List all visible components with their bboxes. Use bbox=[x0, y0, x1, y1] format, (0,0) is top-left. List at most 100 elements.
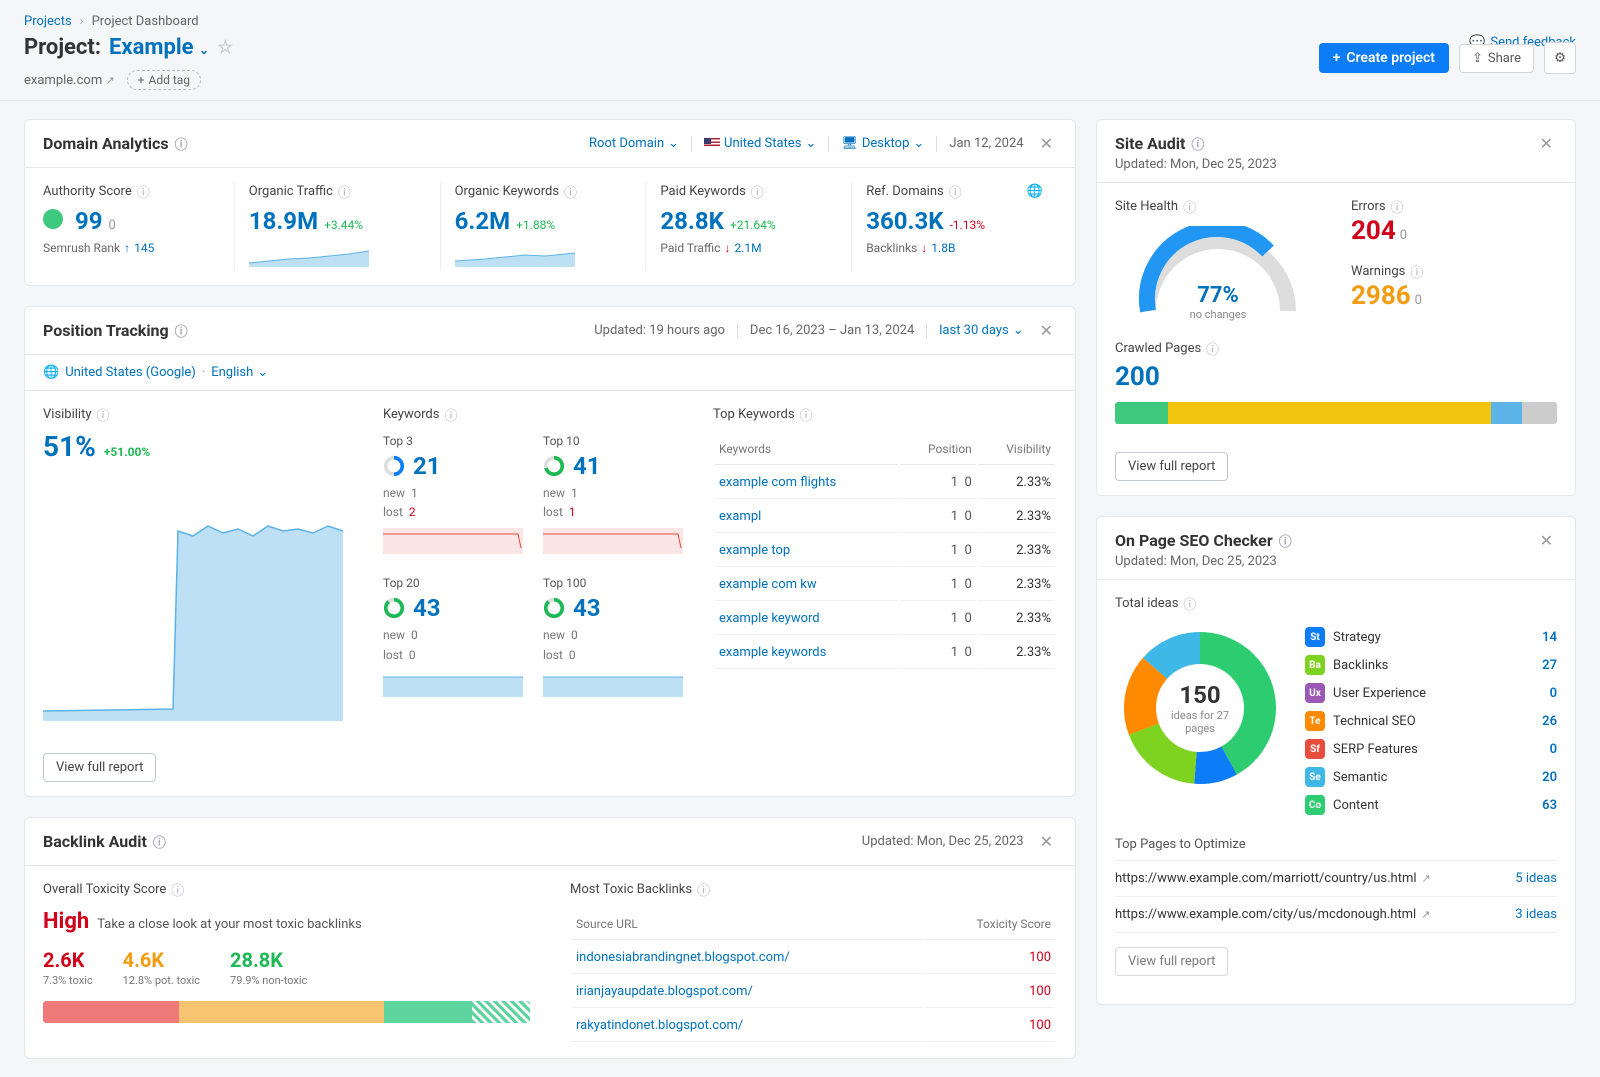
info-icon[interactable]: ⓘ bbox=[97, 405, 110, 424]
plus-icon: + bbox=[138, 73, 145, 87]
updated-label: Updated: Mon, Dec 25, 2023 bbox=[1097, 157, 1575, 183]
keyword-link[interactable]: example top bbox=[719, 543, 790, 558]
info-icon[interactable]: ⓘ bbox=[1391, 197, 1404, 216]
backlink-url[interactable]: indonesiabrandingnet.blogspot.com/ bbox=[576, 950, 790, 965]
info-icon[interactable]: ⓘ bbox=[1191, 134, 1204, 153]
idea-row[interactable]: StStrategy14 bbox=[1305, 623, 1557, 651]
page-url[interactable]: https://www.example.com/marriott/country… bbox=[1115, 871, 1431, 886]
visibility-label: Visibility bbox=[43, 407, 92, 422]
create-project-button[interactable]: +Create project bbox=[1319, 43, 1449, 73]
info-icon[interactable]: ⓘ bbox=[800, 405, 813, 424]
updated-label: Updated: Mon, Dec 25, 2023 bbox=[1097, 554, 1575, 580]
info-icon[interactable]: ⓘ bbox=[1183, 594, 1196, 613]
kw-top3: Top 3 21 new 1lost 2 bbox=[383, 434, 523, 558]
idea-row[interactable]: SeSemantic20 bbox=[1305, 763, 1557, 791]
external-link-icon: ↗ bbox=[105, 74, 114, 87]
page-row: https://www.example.com/marriott/country… bbox=[1115, 861, 1557, 897]
external-link-icon: ↗ bbox=[1422, 872, 1431, 885]
health-gauge: 77%no changes bbox=[1133, 226, 1303, 321]
info-icon[interactable]: ⓘ bbox=[153, 832, 166, 851]
info-icon[interactable]: ⓘ bbox=[175, 134, 188, 153]
keyword-link[interactable]: example keywords bbox=[719, 645, 826, 660]
project-domain[interactable]: example.com ↗ bbox=[24, 73, 115, 88]
external-link-icon: ↗ bbox=[1421, 908, 1430, 921]
globe-icon: 🌐 bbox=[43, 365, 59, 380]
crawled-label: Crawled Pages bbox=[1115, 341, 1201, 356]
info-icon[interactable]: ⓘ bbox=[751, 182, 764, 201]
info-icon[interactable]: ⓘ bbox=[1279, 531, 1292, 550]
view-full-report-button[interactable]: View full report bbox=[1115, 452, 1228, 481]
toxicity-high: High bbox=[43, 909, 89, 934]
share-button[interactable]: ⇪Share bbox=[1459, 44, 1534, 73]
kw-top10: Top 10 41 new 1lost 1 bbox=[543, 434, 683, 558]
close-icon[interactable]: ✕ bbox=[1536, 134, 1557, 153]
info-icon[interactable]: ⓘ bbox=[1410, 262, 1423, 281]
device-dropdown[interactable]: 🖥 Desktop ⌄ bbox=[841, 136, 924, 151]
ideas-link[interactable]: 5 ideas bbox=[1515, 871, 1557, 886]
top-keywords-table: KeywordsPositionVisibility example com f… bbox=[713, 432, 1057, 671]
info-icon[interactable]: ⓘ bbox=[338, 182, 351, 201]
table-row: irianjayaupdate.blogspot.com/100 bbox=[572, 976, 1055, 1008]
info-icon[interactable]: ⓘ bbox=[1206, 339, 1219, 358]
top-pages-label: Top Pages to Optimize bbox=[1115, 837, 1557, 861]
info-icon[interactable]: ⓘ bbox=[697, 880, 710, 899]
project-name-dropdown[interactable]: Example ⌄ bbox=[109, 35, 209, 60]
idea-row[interactable]: UxUser Experience0 bbox=[1305, 679, 1557, 707]
non-toxic-count: 28.8K bbox=[230, 948, 307, 972]
card-title: Site Audit bbox=[1115, 134, 1185, 153]
backlink-url[interactable]: irianjayaupdate.blogspot.com/ bbox=[576, 984, 753, 999]
card-title: Domain Analytics bbox=[43, 134, 169, 153]
keyword-link[interactable]: example com flights bbox=[719, 475, 836, 490]
idea-row[interactable]: SfSERP Features0 bbox=[1305, 735, 1557, 763]
total-ideas-label: Total ideas bbox=[1115, 596, 1178, 611]
close-icon[interactable]: ✕ bbox=[1036, 134, 1057, 153]
backlink-url[interactable]: rakyatindonet.blogspot.com/ bbox=[576, 1018, 743, 1033]
locale-link[interactable]: United States (Google) bbox=[65, 365, 196, 380]
metric-organic-traffic: Organic Trafficⓘ 18.9M+3.44% bbox=[235, 182, 441, 271]
info-icon[interactable]: ⓘ bbox=[1183, 197, 1196, 216]
share-icon: ⇪ bbox=[1472, 51, 1483, 66]
keyword-link[interactable]: exampl bbox=[719, 509, 761, 524]
table-row: rakyatindonet.blogspot.com/100 bbox=[572, 1010, 1055, 1042]
close-icon[interactable]: ✕ bbox=[1036, 321, 1057, 340]
breadcrumb-root[interactable]: Projects bbox=[24, 14, 72, 29]
info-icon[interactable]: ⓘ bbox=[564, 182, 577, 201]
star-icon[interactable]: ☆ bbox=[217, 37, 233, 58]
close-icon[interactable]: ✕ bbox=[1536, 531, 1557, 550]
country-dropdown[interactable]: United States ⌄ bbox=[704, 136, 816, 151]
errors-value: 204 bbox=[1351, 216, 1396, 246]
idea-badge-icon: Sf bbox=[1305, 739, 1325, 759]
period-dropdown[interactable]: last 30 days ⌄ bbox=[939, 323, 1023, 338]
scope-dropdown[interactable]: Root Domain ⌄ bbox=[589, 136, 679, 151]
ideas-link[interactable]: 3 ideas bbox=[1515, 907, 1557, 922]
idea-row[interactable]: TeTechnical SEO26 bbox=[1305, 707, 1557, 735]
metric-authority: Authority Scoreⓘ 99 0 Semrush Rank ↑ 145 bbox=[43, 182, 235, 271]
keyword-link[interactable]: example com kw bbox=[719, 577, 817, 592]
info-icon[interactable]: ⓘ bbox=[137, 182, 150, 201]
info-icon[interactable]: ⓘ bbox=[444, 405, 457, 424]
view-full-report-button[interactable]: View full report bbox=[43, 753, 156, 782]
metric-organic-keywords: Organic Keywordsⓘ 6.2M+1.88% bbox=[441, 182, 647, 271]
language-dropdown[interactable]: English ⌄ bbox=[211, 365, 268, 380]
card-title: Backlink Audit bbox=[43, 832, 147, 851]
sparkline bbox=[249, 241, 369, 267]
chevron-down-icon: ⌄ bbox=[199, 43, 209, 57]
keywords-label: Keywords bbox=[383, 407, 439, 422]
chevron-down-icon: ⌄ bbox=[1013, 323, 1024, 338]
info-icon[interactable]: ⓘ bbox=[171, 880, 184, 899]
close-icon[interactable]: ✕ bbox=[1036, 832, 1057, 851]
info-icon[interactable]: ⓘ bbox=[949, 182, 962, 201]
idea-row[interactable]: BaBacklinks27 bbox=[1305, 651, 1557, 679]
position-tracking-card: Position Trackingⓘ Updated: 19 hours ago… bbox=[24, 306, 1076, 797]
keyword-link[interactable]: example keyword bbox=[719, 611, 820, 626]
settings-button[interactable]: ⚙ bbox=[1544, 42, 1576, 74]
idea-row[interactable]: CoContent63 bbox=[1305, 791, 1557, 819]
view-full-report-button[interactable]: View full report bbox=[1115, 947, 1228, 976]
updated-label: Updated: 19 hours ago bbox=[594, 323, 725, 338]
page-url[interactable]: https://www.example.com/city/us/mcdonoug… bbox=[1115, 907, 1430, 922]
add-tag-button[interactable]: +Add tag bbox=[127, 70, 201, 90]
site-health-label: Site Health bbox=[1115, 199, 1178, 214]
donut-icon bbox=[383, 455, 405, 477]
info-icon[interactable]: ⓘ bbox=[175, 321, 188, 340]
table-row: indonesiabrandingnet.blogspot.com/100 bbox=[572, 942, 1055, 974]
